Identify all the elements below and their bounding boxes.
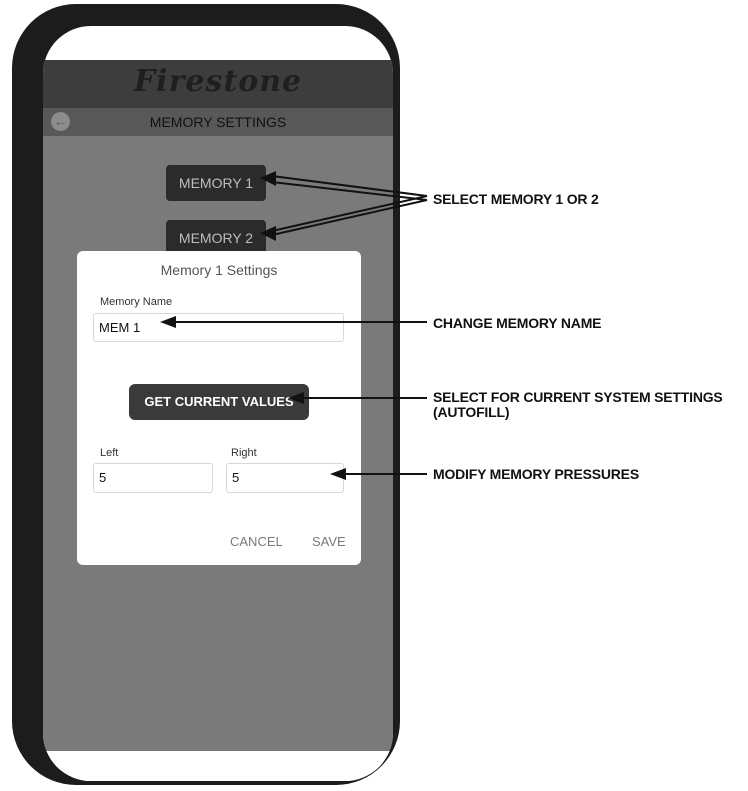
- annotation-current-settings-line1: SELECT FOR CURRENT SYSTEM SETTINGS: [433, 389, 723, 405]
- annotation-change-name: CHANGE MEMORY NAME: [433, 315, 602, 331]
- annotation-modify-pressures: MODIFY MEMORY PRESSURES: [433, 466, 639, 482]
- annotation-current-settings-line2: (AUTOFILL): [433, 404, 510, 420]
- arrow-to-memory-1: [271, 175, 428, 197]
- annotation-current-settings: SELECT FOR CURRENT SYSTEM SETTINGS (AUTO…: [433, 390, 723, 420]
- annotation-select-memory: SELECT MEMORY 1 OR 2: [433, 191, 599, 207]
- arrow-to-memory-2: [271, 195, 428, 232]
